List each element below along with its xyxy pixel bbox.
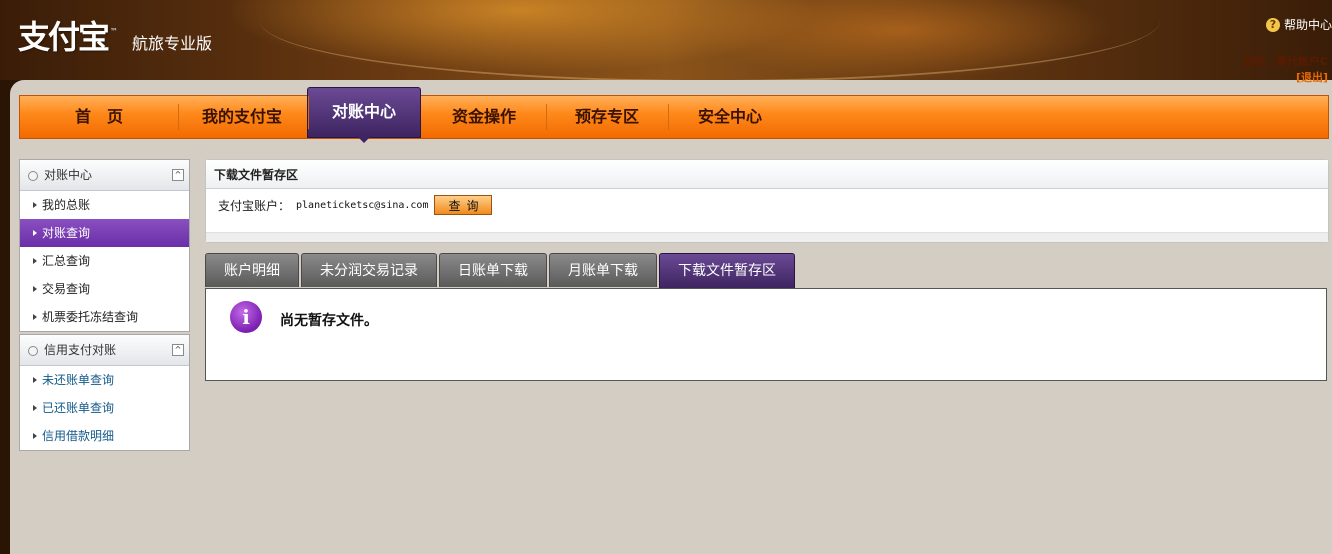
tab-download-staging[interactable]: 下载文件暂存区 — [659, 253, 795, 288]
bullet-icon — [28, 170, 38, 181]
edition-label: 航旅专业版 — [132, 34, 213, 53]
empty-message: 尚无暂存文件。 — [280, 313, 378, 329]
logo-mark: 支付宝 — [18, 18, 110, 56]
account-row: 支付宝账户： planeticketsc@sina.com 查询 — [206, 189, 1328, 215]
sidebar-item-credit-loan-detail[interactable]: 信用借款明细 — [20, 422, 189, 450]
help-center-link[interactable]: ? 帮助中心 — [1265, 16, 1332, 33]
nav-my-alipay[interactable]: 我的支付宝 — [178, 96, 306, 138]
query-button[interactable]: 查询 — [434, 195, 493, 215]
tab-bar: 账户明细 未分润交易记录 日账单下载 月账单下载 下载文件暂存区 — [205, 253, 795, 288]
user-greeting: 您好，票代帐户C [退出] — [1243, 53, 1328, 85]
nav-funds-operation[interactable]: 资金操作 — [422, 96, 546, 138]
logout-link[interactable]: [退出] — [1243, 69, 1328, 85]
alipay-logo[interactable]: 支付宝 ™ 航旅专业版 — [18, 18, 212, 58]
tab-content: i 尚无暂存文件。 — [205, 288, 1327, 381]
nav-reconciliation-center[interactable]: 对账中心 — [307, 87, 421, 143]
download-staging-panel: 下载文件暂存区 支付宝账户： planeticketsc@sina.com 查询 — [205, 159, 1329, 243]
sidebar-item-transaction-query[interactable]: 交易查询 — [20, 275, 189, 303]
sidebar-group-title: 对账中心 — [44, 168, 93, 182]
collapse-icon[interactable]: ^ — [172, 169, 184, 181]
info-icon: i — [230, 301, 262, 333]
logo-trademark: ™ — [110, 27, 119, 36]
sidebar-group-title: 信用支付对账 — [44, 343, 117, 357]
header-banner: 支付宝 ™ 航旅专业版 ? 帮助中心 — [0, 0, 1332, 82]
panel-title: 下载文件暂存区 — [206, 160, 1328, 189]
account-label: 支付宝账户： — [218, 198, 291, 213]
sidebar-group-credit: 信用支付对账 ^ 未还账单查询 已还账单查询 信用借款明细 — [19, 334, 190, 451]
tab-monthly-bill-download[interactable]: 月账单下载 — [549, 253, 657, 287]
sidebar-item-summary-query[interactable]: 汇总查询 — [20, 247, 189, 275]
help-center-label: 帮助中心 — [1283, 18, 1332, 32]
nav-home[interactable]: 首 页 — [20, 96, 178, 138]
account-value: planeticketsc@sina.com — [296, 199, 429, 211]
panel-footer — [206, 232, 1328, 242]
nav-prepaid-zone[interactable]: 预存专区 — [546, 96, 668, 138]
sidebar-item-my-ledger[interactable]: 我的总账 — [20, 191, 189, 219]
sidebar-group-reconciliation: 对账中心 ^ 我的总账 对账查询 汇总查询 交易查询 机票委托冻结查询 — [19, 159, 190, 332]
nav-security-center[interactable]: 安全中心 — [668, 96, 792, 138]
tab-unshared-transactions[interactable]: 未分润交易记录 — [301, 253, 437, 287]
greeting-text: 您好，票代帐户C — [1242, 55, 1328, 68]
main-nav: 首 页 我的支付宝 对账中心 资金操作 预存专区 安全中心 — [19, 87, 1329, 143]
collapse-icon[interactable]: ^ — [172, 344, 184, 356]
tab-account-detail[interactable]: 账户明细 — [205, 253, 299, 287]
header-swoosh — [260, 0, 1160, 82]
bullet-icon — [28, 345, 38, 356]
sidebar-item-paid-bills[interactable]: 已还账单查询 — [20, 394, 189, 422]
sidebar-item-reconciliation-query[interactable]: 对账查询 — [20, 219, 189, 247]
tab-daily-bill-download[interactable]: 日账单下载 — [439, 253, 547, 287]
sidebar-item-ticket-freeze-query[interactable]: 机票委托冻结查询 — [20, 303, 189, 331]
sidebar-group-header[interactable]: 对账中心 ^ — [20, 160, 189, 191]
sidebar-item-unpaid-bills[interactable]: 未还账单查询 — [20, 366, 189, 394]
question-icon: ? — [1265, 17, 1280, 32]
sidebar-group-header[interactable]: 信用支付对账 ^ — [20, 335, 189, 366]
